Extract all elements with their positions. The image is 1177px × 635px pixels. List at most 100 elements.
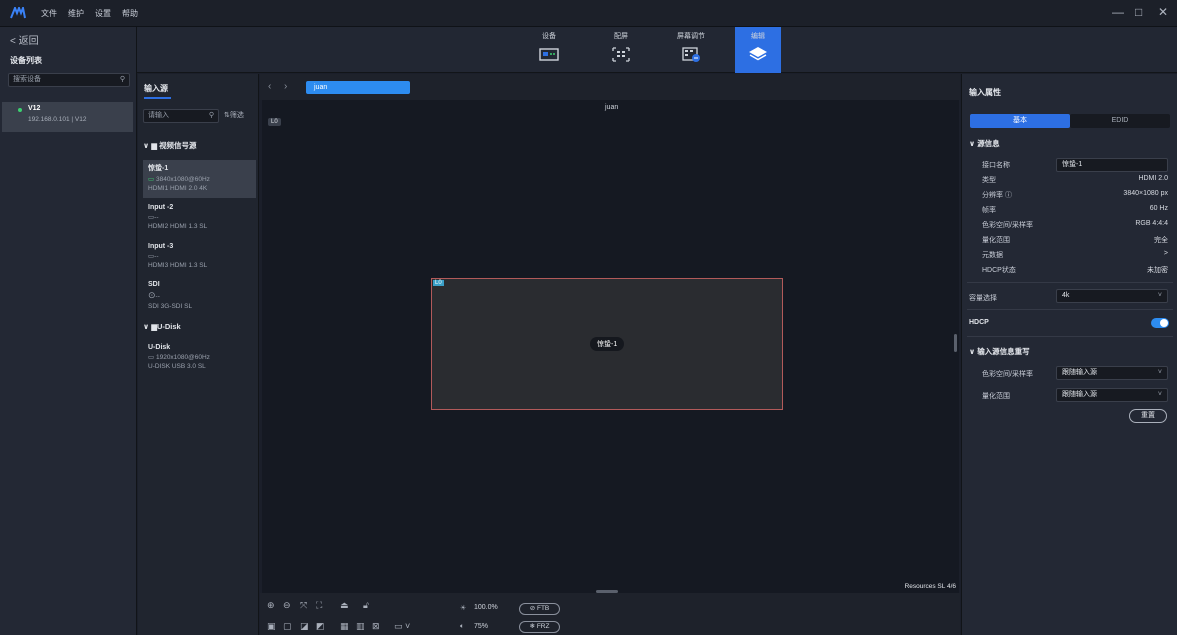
quant-override-value: 跟随输入源	[1062, 391, 1097, 398]
color-override-label: 色彩空间/采样率	[982, 371, 1033, 378]
hdmi-port-icon: ▭	[148, 176, 155, 183]
next-arrow-icon[interactable]: ›	[284, 81, 287, 92]
volume-icon: 🔈︎	[460, 623, 465, 630]
source-item-1[interactable]: 惊蛰-1 ▭ 3840x1080@60Hz HDMI1 HDMI 2.0 4K	[143, 163, 256, 192]
frz-button[interactable]: ❄ FRZ	[519, 621, 560, 633]
layer-window[interactable]: L0 惊蛰-1	[431, 278, 783, 410]
device-icon	[539, 48, 559, 61]
layout-c-icon[interactable]: ⊠	[372, 621, 380, 632]
search-icon: ⚲	[208, 112, 214, 119]
title-bar: 文件 维护 设置 帮助 — □ ✕	[0, 0, 1177, 27]
reset-button[interactable]: 重置	[1129, 409, 1167, 423]
input-search-placeholder: 请输入	[148, 112, 169, 119]
screen-adjust-icon	[682, 47, 700, 62]
prop-value: 完全	[1154, 237, 1168, 244]
source-port: HDMI1 HDMI 2.0 4K	[148, 185, 208, 192]
tab-edid[interactable]: EDID	[1070, 114, 1170, 128]
device-ip: 192.168.0.101 | V12	[28, 116, 87, 123]
prop-type: 类型 HDMI 2.0	[982, 175, 1168, 185]
brightness-icon: ☀	[460, 605, 467, 612]
quant-override-label: 量化范围	[982, 393, 1010, 400]
divider	[967, 282, 1173, 283]
prop-label: 元数据	[982, 252, 1003, 259]
fullscreen-icon[interactable]: ⛶	[316, 600, 322, 611]
back-button[interactable]: < 返回	[10, 32, 39, 47]
unlock-icon[interactable]: 🔓︎	[363, 600, 369, 611]
chevron-down-icon: ∨	[143, 141, 152, 150]
section-override-label: 输入源信息重写	[977, 347, 1030, 356]
hdcp-toggle[interactable]	[1151, 318, 1169, 328]
quant-override-select[interactable]: 跟随输入源 ˅	[1056, 388, 1168, 402]
color-override-select[interactable]: 跟随输入源 ˅	[1056, 366, 1168, 380]
layout-b-icon[interactable]: ▥	[356, 621, 365, 632]
window-badge: L0	[433, 280, 444, 286]
ftb-button[interactable]: ⊘ FTB	[519, 603, 560, 615]
input-search-field[interactable]: 请输入 ⚲	[143, 109, 219, 123]
device-search-placeholder: 搜索设备	[13, 76, 41, 83]
source-resolution: --	[154, 253, 159, 260]
prop-metadata[interactable]: 元数据 >	[982, 250, 1168, 260]
prop-value: 3840×1080 px	[1123, 190, 1168, 197]
brightness-value[interactable]: 100.0%	[474, 604, 498, 611]
close-button[interactable]: ✕	[1158, 5, 1168, 19]
chevron-down-icon: ∨	[143, 322, 152, 331]
source-port: SDI 3G-SDI SL	[148, 303, 193, 310]
device-item-v12[interactable]: V12 192.168.0.101 | V12	[2, 102, 133, 132]
tool-edit[interactable]: 编辑	[735, 27, 781, 73]
minimize-button[interactable]: —	[1112, 5, 1124, 19]
tab-underline	[144, 97, 171, 99]
layout-a-icon[interactable]: ▦	[340, 621, 349, 632]
filter-button[interactable]: ⇅筛选	[224, 110, 244, 120]
layer-front-icon[interactable]: ▣	[267, 621, 276, 632]
window-mode-dropdown-icon[interactable]: ▭ ˅	[394, 621, 410, 632]
device-search-input[interactable]: 搜索设备 ⚲	[8, 73, 130, 87]
source-resolution: 3840x1080@60Hz	[155, 176, 210, 183]
source-item-2[interactable]: Input -2 ▭-- HDMI2 HDMI 1.3 SL	[143, 204, 256, 230]
fit-screen-icon[interactable]: ⤧	[300, 600, 307, 611]
menu-maintain[interactable]: 维护	[68, 8, 84, 19]
capacity-select[interactable]: 4k ˅	[1056, 289, 1168, 303]
section-source-info[interactable]: ∨ 源信息	[969, 138, 1000, 149]
source-item-3[interactable]: Input -3 ▭-- HDMI3 HDMI 1.3 SL	[143, 243, 256, 269]
tool-device[interactable]: 设备	[526, 27, 572, 73]
window-source-label: 惊蛰-1	[590, 337, 625, 351]
prop-framerate: 帧率 60 Hz	[982, 205, 1168, 215]
chevron-down-icon: ˅	[1157, 369, 1162, 376]
zoom-out-icon[interactable]: ⊖	[283, 600, 291, 611]
volume-value[interactable]: 75%	[474, 623, 488, 630]
menu-settings[interactable]: 设置	[95, 8, 111, 19]
menu-help[interactable]: 帮助	[122, 8, 138, 19]
tool-screen-config-label: 配屏	[614, 33, 628, 40]
udisk-item[interactable]: U-Disk ▭ 1920x1080@60Hz U-DISK USB 3.0 S…	[143, 344, 256, 370]
layer-down-icon[interactable]: ◩	[316, 621, 325, 632]
align-top-icon[interactable]: ⏏	[340, 600, 349, 611]
menu-file[interactable]: 文件	[41, 8, 57, 19]
source-name: 惊蛰-1	[148, 165, 169, 172]
group-video-sources[interactable]: ∨ ▆ 视频信号源	[143, 140, 197, 151]
tool-screen-adjust-label: 屏幕调节	[677, 33, 705, 40]
tool-screen-adjust[interactable]: 屏幕调节	[668, 27, 714, 73]
prop-label: 量化范围	[982, 237, 1010, 244]
interface-name-input[interactable]: 惊蛰-1	[1056, 158, 1168, 172]
prop-label: 分辨率 ⓘ	[982, 192, 1012, 199]
chevron-down-icon: ∨	[969, 139, 978, 148]
tool-screen-config[interactable]: 配屏	[598, 27, 644, 73]
maximize-button[interactable]: □	[1135, 5, 1142, 19]
tab-basic[interactable]: 基本	[970, 114, 1070, 128]
source-item-4[interactable]: SDI ⊙-- SDI 3G-SDI SL	[143, 281, 256, 310]
layer-back-icon[interactable]: ▢	[283, 621, 292, 632]
zoom-in-icon[interactable]: ⊕	[267, 600, 275, 611]
source-resolution: --	[154, 214, 159, 221]
sdi-port-icon: ⊙	[148, 290, 156, 300]
tool-edit-label: 编辑	[751, 33, 765, 40]
prev-arrow-icon[interactable]: ‹	[268, 81, 271, 92]
group-video-label: 视频信号源	[159, 141, 197, 150]
group-udisk[interactable]: ∨ ▆U-Disk	[143, 322, 181, 331]
vertical-scrollbar[interactable]	[954, 334, 957, 352]
layer-up-icon[interactable]: ◪	[300, 621, 309, 632]
chevron-down-icon: ˅	[1157, 391, 1162, 398]
screen-tab-juan[interactable]: juan	[306, 81, 410, 94]
canvas-bottom-toolbar: ⊕ ⊖ ⤧ ⛶ ⏏ 🔓︎ ▣ ▢ ◪ ◩ ▦ ▥ ⊠ ▭ ˅ ☀ 100.0% …	[260, 593, 960, 635]
section-override[interactable]: ∨ 输入源信息重写	[969, 346, 1030, 357]
online-status-icon	[18, 108, 22, 112]
